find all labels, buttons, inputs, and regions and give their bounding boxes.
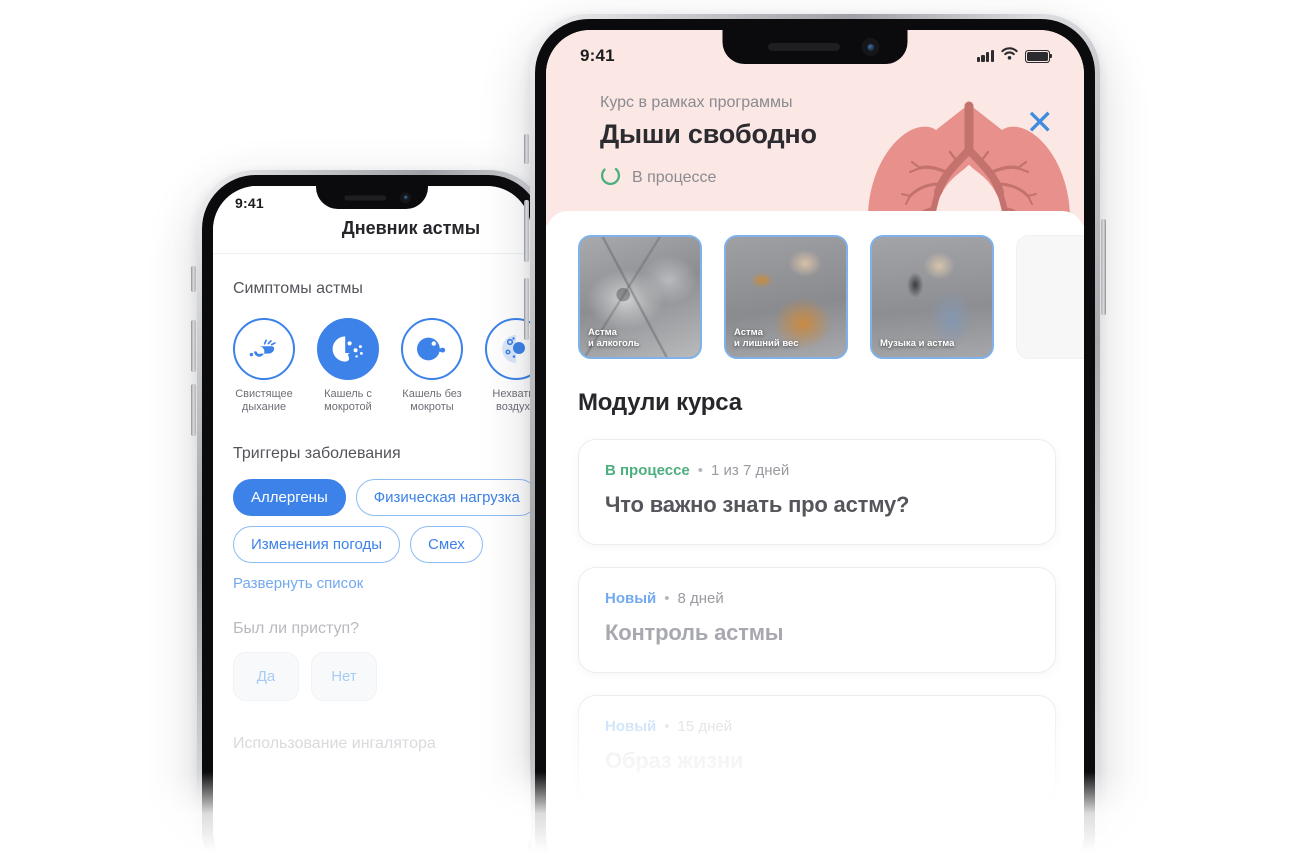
status-time: 9:41: [235, 195, 264, 211]
attack-question: Был ли приступ?: [233, 619, 360, 637]
symptom-label: Кашель с мокротой: [324, 388, 372, 414]
lesson-card-caption: Астма и лишний вес: [734, 326, 799, 349]
volume-down-button[interactable]: [524, 278, 529, 340]
module-state: Новый: [605, 590, 657, 607]
symptom-label: Свистящее дыхание: [235, 388, 293, 414]
module-card-1[interactable]: В процессе • 1 из 7 дней Что важно знать…: [578, 439, 1056, 545]
module-card-2[interactable]: Новый • 8 дней Контроль астмы: [578, 567, 1056, 673]
back-phone-device: 9:41 Дневник астмы Симптомы астмы Свистя…: [191, 170, 553, 852]
trigger-chip-exercise[interactable]: Физическая нагрузка: [355, 478, 531, 516]
lesson-card-music[interactable]: Музыка и астма: [870, 235, 994, 359]
mockup-stage: 9:41 Дневник астмы Симптомы астмы Свистя…: [0, 0, 1297, 852]
volume-down-button[interactable]: [191, 384, 196, 436]
module-separator: •: [697, 462, 704, 479]
trigger-chip-laughter[interactable]: Смех: [410, 525, 483, 563]
symptom-label: Нехватка воздуха: [492, 388, 531, 414]
trigger-chip-allergens[interactable]: Аллергены: [233, 478, 346, 516]
lesson-card-caption: Астма и алкоголь: [588, 326, 640, 349]
hero-status: В процессе: [600, 165, 1084, 191]
module-state: В процессе: [605, 462, 690, 479]
diary-content: Симптомы астмы Свистящее дыхание Кашель …: [213, 254, 531, 753]
back-phone-bezel: 9:41 Дневник астмы Симптомы астмы Свистя…: [202, 175, 542, 852]
front-phone-bezel: 9:41 ✕ Курс в рамках программы Дыши своб…: [535, 19, 1095, 852]
lesson-card-placeholder[interactable]: [1016, 235, 1084, 359]
mute-switch[interactable]: [191, 266, 196, 292]
lesson-carousel[interactable]: Астма и алкоголь Астма и лишний вес Музы…: [546, 211, 1084, 383]
attack-answer-group: Да Нет: [233, 651, 531, 701]
module-title: Контроль астмы: [605, 620, 784, 645]
cough-dry-icon: [401, 318, 463, 380]
battery-full-icon: [1025, 49, 1050, 63]
power-button[interactable]: [1101, 219, 1106, 315]
hero-status-label: В процессе: [632, 169, 717, 186]
symptoms-section-title: Симптомы астмы: [233, 280, 363, 297]
expand-list-link[interactable]: Развернуть список: [233, 575, 531, 592]
symptom-item-cough-phlegm[interactable]: Кашель с мокротой: [317, 318, 379, 415]
module-title: Что важно знать про астму?: [605, 492, 910, 517]
front-camera-icon: [400, 192, 411, 203]
modules-heading: Модули курса: [578, 389, 742, 416]
speaker-grille: [767, 43, 840, 51]
cellular-bars-icon: [976, 50, 994, 62]
hero-kicker: Курс в рамках программы: [600, 94, 793, 111]
module-days: 15 дней: [677, 718, 733, 735]
volume-up-button[interactable]: [191, 320, 196, 372]
modules-section: Модули курса В процессе • 1 из 7 дней Чт…: [546, 383, 1084, 801]
module-days: 1 из 7 дней: [711, 462, 790, 479]
symptoms-list: Свистящее дыхание Кашель с мокротой Каше…: [233, 318, 531, 415]
cough-phlegm-icon: [317, 318, 379, 380]
asthma-diary-screen: 9:41 Дневник астмы Симптомы астмы Свистя…: [213, 186, 531, 852]
speaker-grille: [344, 195, 387, 200]
module-card-3[interactable]: Новый • 15 дней Образ жизни: [578, 695, 1056, 801]
triggers-chip-list: Аллергены Физическая нагрузка ОРВИ Измен…: [233, 478, 531, 563]
symptom-label: Кашель без мокроты: [402, 388, 462, 414]
notch: [316, 186, 428, 209]
status-indicators: [976, 47, 1050, 65]
attack-no-button[interactable]: Нет: [311, 651, 377, 701]
symptom-item-cough-dry[interactable]: Кашель без мокроты: [401, 318, 463, 415]
trigger-chip-weather[interactable]: Изменения погоды: [233, 525, 401, 563]
lesson-card-weight[interactable]: Астма и лишний вес: [724, 235, 848, 359]
status-time: 9:41: [580, 46, 615, 65]
front-phone-device: 9:41 ✕ Курс в рамках программы Дыши своб…: [524, 14, 1106, 852]
module-meta: Новый • 15 дней: [605, 718, 1029, 735]
lesson-card-caption: Музыка и астма: [880, 337, 955, 349]
hero-title: Дыши свободно: [600, 119, 817, 149]
course-detail-screen: 9:41 ✕ Курс в рамках программы Дыши своб…: [546, 30, 1084, 852]
close-icon[interactable]: ✕: [1026, 106, 1055, 140]
progress-ring-icon: [600, 165, 621, 191]
attack-yes-button[interactable]: Да: [233, 651, 299, 701]
front-camera-icon: [861, 38, 880, 56]
wifi-icon: [1001, 47, 1018, 65]
whistle-icon: [233, 318, 295, 380]
back-fade-overlay: [213, 754, 531, 852]
module-state: Новый: [605, 718, 657, 735]
triggers-section-title: Триггеры заболевания: [233, 444, 401, 462]
module-meta: Новый • 8 дней: [605, 590, 1029, 607]
symptom-item-wheezing[interactable]: Свистящее дыхание: [233, 318, 295, 415]
module-days: 8 дней: [677, 590, 724, 607]
mute-switch[interactable]: [524, 134, 529, 164]
module-title: Образ жизни: [605, 748, 744, 773]
lesson-card-alcohol[interactable]: Астма и алкоголь: [578, 235, 702, 359]
module-meta: В процессе • 1 из 7 дней: [605, 462, 1029, 479]
course-sheet: Астма и алкоголь Астма и лишний вес Музы…: [546, 211, 1084, 801]
inhaler-section-title: Использование ингалятора: [233, 734, 436, 752]
page-title: Дневник астмы: [341, 218, 481, 238]
module-separator: •: [664, 590, 670, 607]
module-separator: •: [664, 718, 670, 735]
notch: [722, 30, 908, 64]
